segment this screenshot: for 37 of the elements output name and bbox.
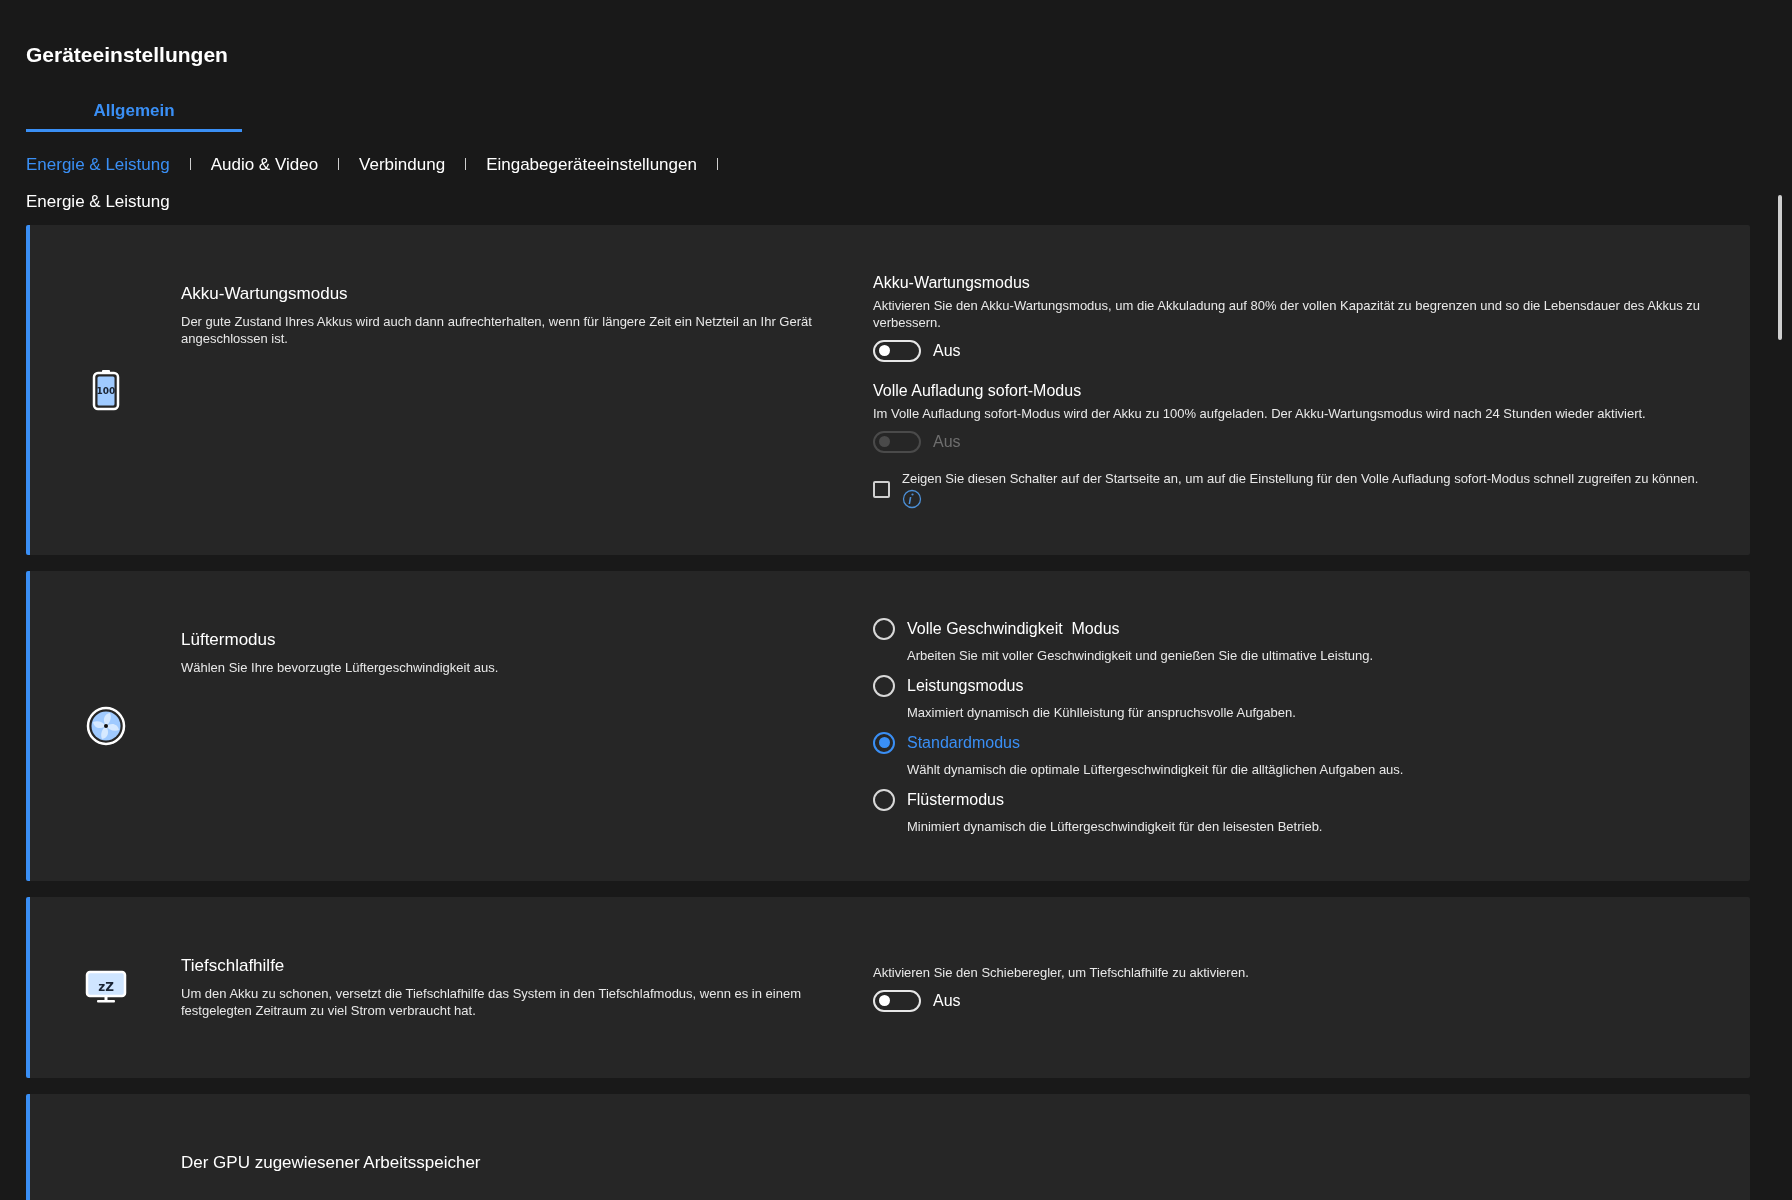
radio-button[interactable] [873, 731, 895, 754]
card-title: Akku-Wartungsmodus [181, 282, 349, 305]
toggle-state-label: Aus [933, 990, 961, 1011]
subnav-link[interactable]: Energie & Leistung [26, 151, 170, 177]
radio-description: Maximiert dynamisch die Kühlleistung für anspruchsvolle Aufgaben. [907, 703, 1297, 721]
info-icon[interactable] [902, 488, 922, 509]
radio-description: Arbeiten Sie mit voller Geschwindigkeit und genießen Sie die ultimative Leistung. [907, 646, 1375, 664]
scrollbar-thumb[interactable] [1778, 195, 1782, 340]
subnav-link[interactable]: Audio & Video [210, 151, 319, 177]
radio-label: Standardmodus [907, 732, 1020, 753]
fan-icon [85, 705, 126, 746]
checkbox[interactable] [873, 480, 890, 498]
section-heading: Energie & Leistung [26, 191, 171, 213]
toggle-state-label: Aus [933, 340, 961, 361]
card-title: Der GPU zugewiesener Arbeitsspeicher [181, 1151, 482, 1174]
radio-label: Flüstermodus [907, 789, 1004, 810]
radio-label: Leistungsmodus [907, 675, 1024, 696]
battery-icon: 100 [91, 368, 120, 411]
subnav-link[interactable]: Verbindung [359, 151, 446, 177]
card-description: Der gute Zustand Ihres Akkus wird auch dann aufrechterhalten, wenn für längere Zeit ein Netzteil an Ihr Gerät angeschlossen ist. [181, 312, 813, 347]
card-title: Tiefschlafhilfe [181, 954, 286, 977]
card-description: Um den Akku zu schonen, versetzt die Tiefschlafhilfe das System in den Tiefschlafmodus, wenn es in einem festgelegten Zeitraum zu viel Strom verbraucht hat. [181, 984, 802, 1019]
card-title: Lüftermodus [181, 628, 277, 651]
card-description: Wählen Sie Ihre bevorzugte Lüftergeschwindigkeit aus. [181, 658, 500, 676]
subnav-link[interactable]: Eingabegeräteeinstellungen [486, 151, 697, 177]
setting-description: Aktivieren Sie den Schieberegler, um Tiefschlafhilfe zu aktivieren. [873, 963, 1250, 981]
setting-title: Volle Aufladung sofort-Modus [873, 380, 1083, 401]
radio-description: Minimiert dynamisch die Lüftergeschwindigkeit für den leisesten Betrieb. [907, 817, 1324, 835]
setting-title: Akku-Wartungsmodus [873, 272, 1031, 293]
page-title: Geräteeinstellungen [26, 42, 229, 68]
tab[interactable]: Allgemein [26, 98, 242, 132]
setting-description: Im Volle Aufladung sofort-Modus wird der Akku zu 100% aufgeladen. Der Akku-Wartungsmodus wird nach 24 Stunden wieder aktiviert. [873, 404, 1647, 422]
radio-description: Wählt dynamisch die optimale Lüftergeschwindigkeit für die alltäglichen Aufgaben aus. [907, 760, 1405, 778]
toggle-state-label: Aus [933, 431, 961, 452]
radio-label: Volle Geschwindigkeit Modus [907, 618, 1120, 639]
setting-description: Aktivieren Sie den Akku-Wartungsmodus, um die Akkuladung auf 80% der vollen Kapazität zu begrenzen und so die Lebensdauer des Akkus zu verbessern. [873, 296, 1700, 331]
checkbox-label: Zeigen Sie diesen Schalter auf der Startseite an, um auf die Einstellung für den Volle Aufladung sofort-Modus schnell zugreifen zu können. [902, 469, 1699, 487]
